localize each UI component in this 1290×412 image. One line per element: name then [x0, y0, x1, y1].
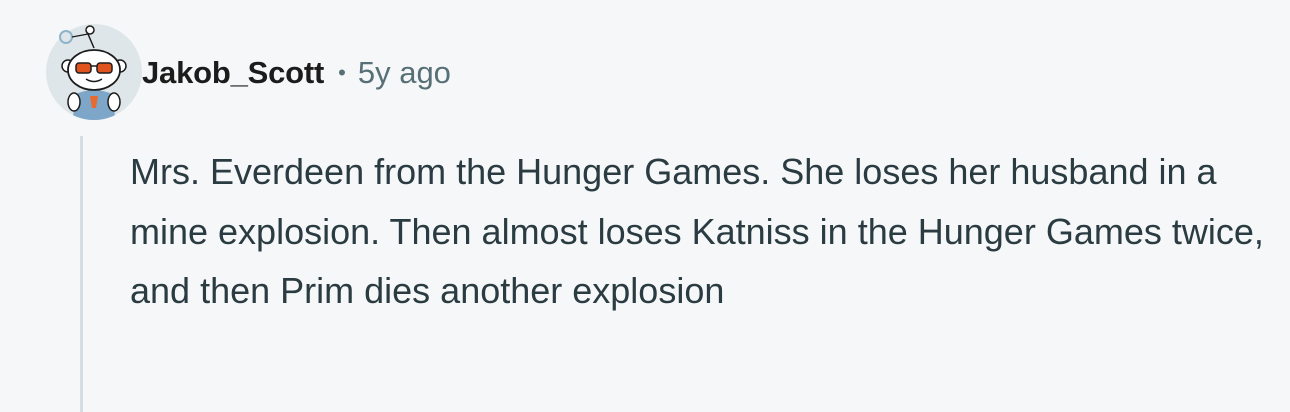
meta-separator: •	[338, 60, 346, 85]
timestamp[interactable]: 5y ago	[358, 55, 451, 91]
user-avatar[interactable]	[46, 24, 142, 120]
comment-meta: Jakob_Scott • 5y ago	[142, 52, 451, 94]
thread-line[interactable]	[80, 136, 83, 412]
username-link[interactable]: Jakob_Scott	[142, 55, 324, 91]
comment-body: Mrs. Everdeen from the Hunger Games. She…	[130, 151, 1264, 311]
snoo-avatar-icon	[46, 24, 142, 120]
comment: Jakob_Scott • 5y ago Mrs. Everdeen from …	[0, 0, 1290, 412]
